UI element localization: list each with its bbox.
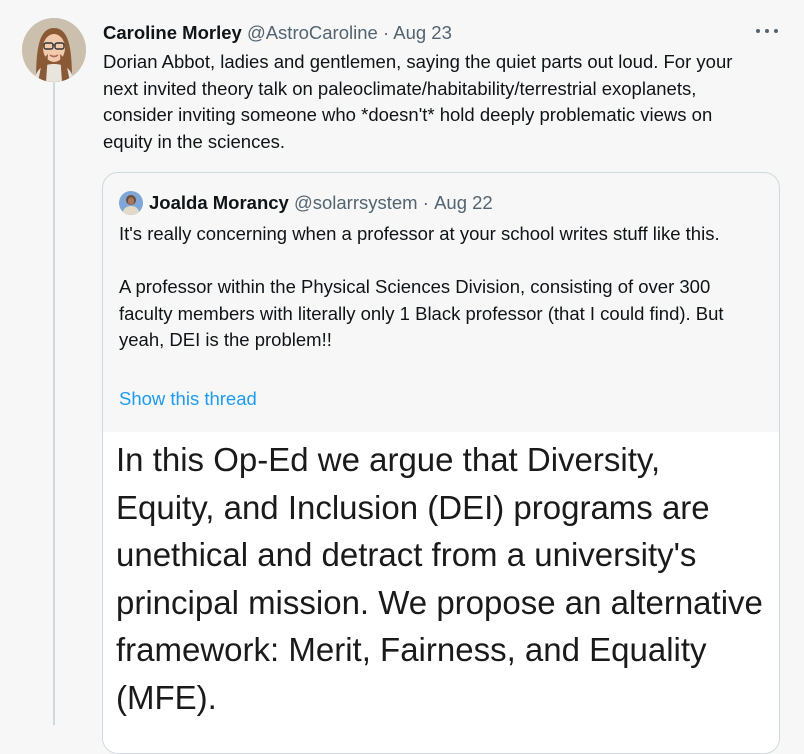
more-dot xyxy=(774,29,778,33)
quoted-tweet-card[interactable]: Joalda Morancy @solarrsystem · Aug 22 It… xyxy=(102,172,780,754)
media-image-text: In this Op-Ed we argue that Diversity, E… xyxy=(116,441,763,716)
quoted-separator: · xyxy=(422,192,429,213)
separator: · xyxy=(382,22,390,43)
tweet-text: Dorian Abbot, ladies and gentlemen, sayi… xyxy=(103,51,733,152)
display-name[interactable]: Caroline Morley xyxy=(103,22,242,43)
more-dot xyxy=(756,29,760,33)
avatar[interactable] xyxy=(22,18,86,82)
show-thread-link[interactable]: Show this thread xyxy=(119,386,257,412)
user-handle[interactable]: @AstroCaroline xyxy=(247,22,378,43)
quoted-display-name[interactable]: Joalda Morancy xyxy=(149,190,289,216)
more-dot xyxy=(765,29,769,33)
quoted-tweet-text: It's really concerning when a professor … xyxy=(119,223,724,350)
quoted-media-image[interactable]: In this Op-Ed we argue that Diversity, E… xyxy=(103,432,779,753)
quoted-tweet-date[interactable]: Aug 22 xyxy=(434,190,493,216)
quoted-tweet-header: Joalda Morancy @solarrsystem · Aug 22 xyxy=(119,190,493,216)
more-horizontal-icon[interactable] xyxy=(756,22,778,40)
quoted-avatar[interactable] xyxy=(119,191,143,215)
quoted-user-handle[interactable]: @solarrsystem xyxy=(294,190,418,216)
thread-connector-line xyxy=(53,82,55,725)
tweet-date[interactable]: Aug 23 xyxy=(393,22,452,43)
tweet-header: Caroline Morley @AstroCaroline · Aug 23 xyxy=(103,20,784,46)
